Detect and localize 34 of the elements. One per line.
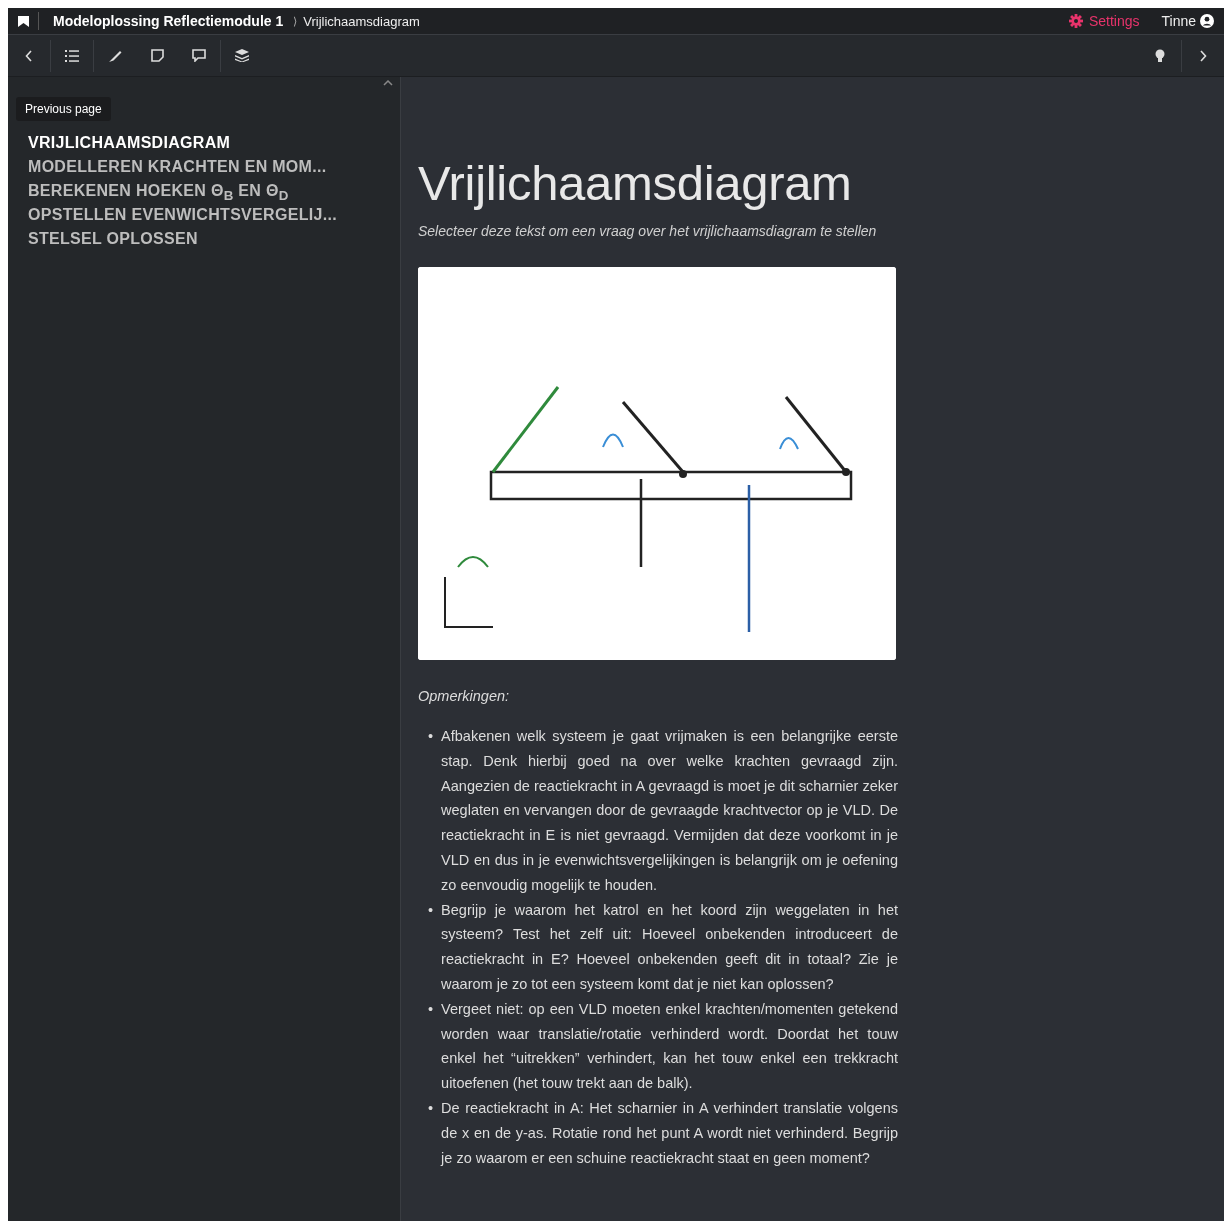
- note-icon[interactable]: [150, 49, 164, 62]
- sidebar-item[interactable]: MODELLEREN KRACHTEN EN MOM...: [28, 155, 400, 179]
- remark-text: Begrijp je waarom het katrol en het koord zijn weggelaten in het systeem? Test het zelf uit: Hoeveel onbekenden introduceert de reactiekracht in E? Hoeveel onbekenden geeft dit in totaal? Zie je waarom je zo tot een systeem komt dat je niet kan oplossen?: [441, 900, 898, 994]
- course-title[interactable]: Modeloplossing Reflectiemodule 1: [53, 13, 284, 29]
- forward-icon[interactable]: [1199, 49, 1207, 62]
- settings-button[interactable]: Settings: [1068, 13, 1140, 29]
- tooltip: Previous page: [16, 97, 111, 121]
- breadcrumb-page: Vrijlichaamsdiagram: [303, 13, 420, 29]
- remarks-heading: Opmerkingen:: [418, 688, 511, 704]
- list-icon[interactable]: [65, 49, 79, 62]
- bullet: •: [428, 1098, 434, 1118]
- remark-text: Afbakenen welk systeem je gaat vrijmaken is een belangrijke eerste stap. Denk hierbij goed na over welke krachten gevraagd zijn. Aangezien de reactiekracht in A gevraagd is moet je dit scharnier zeker weglaten en vervangen door de gevraagde krachtvector op je VLD. De reactiekracht in E is niet gevraagd. Vermijden dat deze voorkomt in je VLD en dus in je evenwichtsvergelijkingen is belangrijk om je oefening zo eenvoudig mogelijk te houden.: [441, 727, 898, 895]
- scroll-up-icon[interactable]: [383, 80, 393, 86]
- highlighter-icon[interactable]: [108, 48, 122, 63]
- bullet: •: [428, 727, 434, 746]
- user-avatar-icon[interactable]: [1200, 14, 1214, 28]
- sidebar-item[interactable]: OPSTELLEN EVENWICHTSVERGELIJ...: [28, 203, 400, 227]
- comment-icon[interactable]: [192, 49, 206, 62]
- back-icon[interactable]: [25, 49, 33, 62]
- remark-text: De reactiekracht in A: Het scharnier in A verhindert translatie volgens de x en de y-as. Rotatie rond het punt A wordt niet verhinderd. Begrijp je zo waarom er een schuine reactiekracht staat en geen moment?: [441, 1098, 898, 1168]
- lightbulb-icon[interactable]: [1155, 48, 1165, 63]
- bullet: •: [428, 999, 434, 1019]
- sidebar-item[interactable]: VRIJLICHAAMSDIAGRAM: [28, 131, 400, 155]
- bullet: •: [428, 900, 434, 920]
- sidebar-item[interactable]: BEREKENEN HOEKEN Θ$_{B}$ EN Θ$_{D}$: [28, 179, 400, 203]
- sidebar-item[interactable]: STELSEL OPLOSSEN: [28, 227, 400, 251]
- settings-icon: [1068, 14, 1083, 28]
- user-name[interactable]: Tinne: [1161, 13, 1196, 29]
- breadcrumb-separator: ⟩: [293, 14, 298, 28]
- subtitle[interactable]: Selecteer deze tekst om een vraag over het vrijlichaamsdiagram te stellen: [418, 219, 898, 243]
- page-title: Vrijlichaamsdiagram: [418, 155, 853, 211]
- bookmark-icon[interactable]: [16, 14, 30, 28]
- layers-icon[interactable]: [235, 49, 249, 62]
- remark-text: Vergeet niet: op een VLD moeten enkel krachten/momenten getekend worden waar translatie/rotatie verhinderd wordt. Doordat het touw enkel het “uitrekken” verhindert, kan het touw enkel een trekkracht uitoefenen (het touw trekt aan de balk).: [441, 999, 898, 1094]
